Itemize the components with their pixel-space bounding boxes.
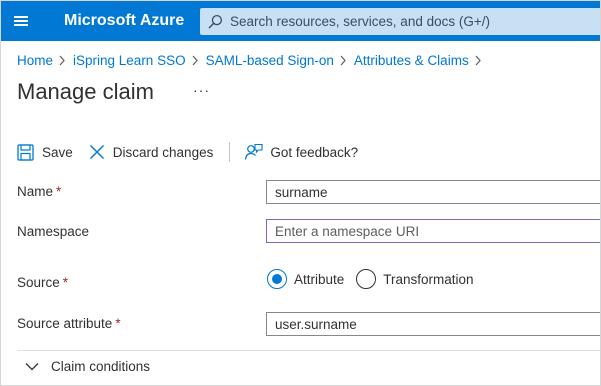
source-attribute-label: Source attribute * — [17, 316, 121, 331]
chevron-right-icon — [334, 54, 354, 66]
chevron-down-icon — [25, 363, 39, 371]
claim-conditions-toggle[interactable]: Claim conditions — [25, 359, 150, 374]
chevron-right-icon — [53, 54, 73, 66]
breadcrumb-attributes[interactable]: Attributes & Claims — [354, 53, 469, 68]
radio-unselected-icon — [356, 269, 377, 289]
source-label: Source * — [17, 275, 68, 290]
required-marker: * — [62, 275, 69, 290]
feedback-label: Got feedback? — [270, 144, 359, 160]
name-label: Name * — [17, 184, 61, 199]
save-label: Save — [42, 144, 73, 160]
namespace-field[interactable] — [266, 219, 600, 243]
breadcrumb: Home iSpring Learn SSO SAML-based Sign-o… — [17, 51, 489, 69]
manage-claim-page: Microsoft Azure Search resources, servic… — [0, 0, 601, 386]
command-bar: Save Discard changes Got feedback? — [17, 140, 358, 164]
more-options-button[interactable]: ··· — [193, 82, 210, 98]
radio-selected-icon — [267, 269, 287, 289]
save-button[interactable]: Save — [17, 143, 73, 161]
name-label-text: Name — [17, 184, 54, 199]
chevron-right-icon — [186, 54, 206, 66]
source-option-attribute[interactable]: Attribute — [267, 269, 344, 289]
toolbar-divider — [229, 142, 231, 162]
namespace-label: Namespace — [17, 224, 90, 239]
claim-conditions-label: Claim conditions — [51, 359, 151, 374]
discard-changes-button[interactable]: Discard changes — [89, 144, 214, 160]
brand-title[interactable]: Microsoft Azure — [64, 12, 184, 30]
source-label-text: Source — [17, 275, 60, 290]
required-marker: * — [115, 316, 121, 331]
hamburger-icon[interactable] — [9, 9, 33, 33]
page-title: Manage claim — [17, 79, 154, 104]
discard-label: Discard changes — [112, 144, 214, 160]
source-radio-group: Attribute Transformation — [267, 269, 474, 289]
breadcrumb-saml[interactable]: SAML-based Sign-on — [206, 53, 334, 68]
name-field[interactable] — [266, 180, 600, 204]
breadcrumb-app[interactable]: iSpring Learn SSO — [73, 53, 186, 68]
attribute-option-label: Attribute — [294, 271, 345, 287]
search-icon — [208, 14, 223, 29]
breadcrumb-home[interactable]: Home — [17, 53, 53, 68]
section-divider — [17, 350, 600, 351]
search-box[interactable]: Search resources, services, and docs (G+… — [200, 8, 600, 35]
search-input[interactable]: Search resources, services, and docs (G+… — [230, 14, 490, 29]
source-attribute-field[interactable] — [266, 312, 600, 336]
save-icon — [17, 143, 34, 161]
transformation-option-label: Transformation — [383, 271, 474, 287]
source-option-transformation[interactable]: Transformation — [356, 269, 474, 289]
feedback-button[interactable]: Got feedback? — [244, 143, 358, 161]
close-icon — [89, 145, 104, 159]
top-bar: Microsoft Azure Search resources, servic… — [1, 1, 600, 41]
chevron-right-icon — [469, 54, 489, 66]
feedback-icon — [245, 143, 263, 160]
required-marker: * — [56, 184, 62, 199]
source-attribute-label-text: Source attribute — [17, 316, 113, 331]
